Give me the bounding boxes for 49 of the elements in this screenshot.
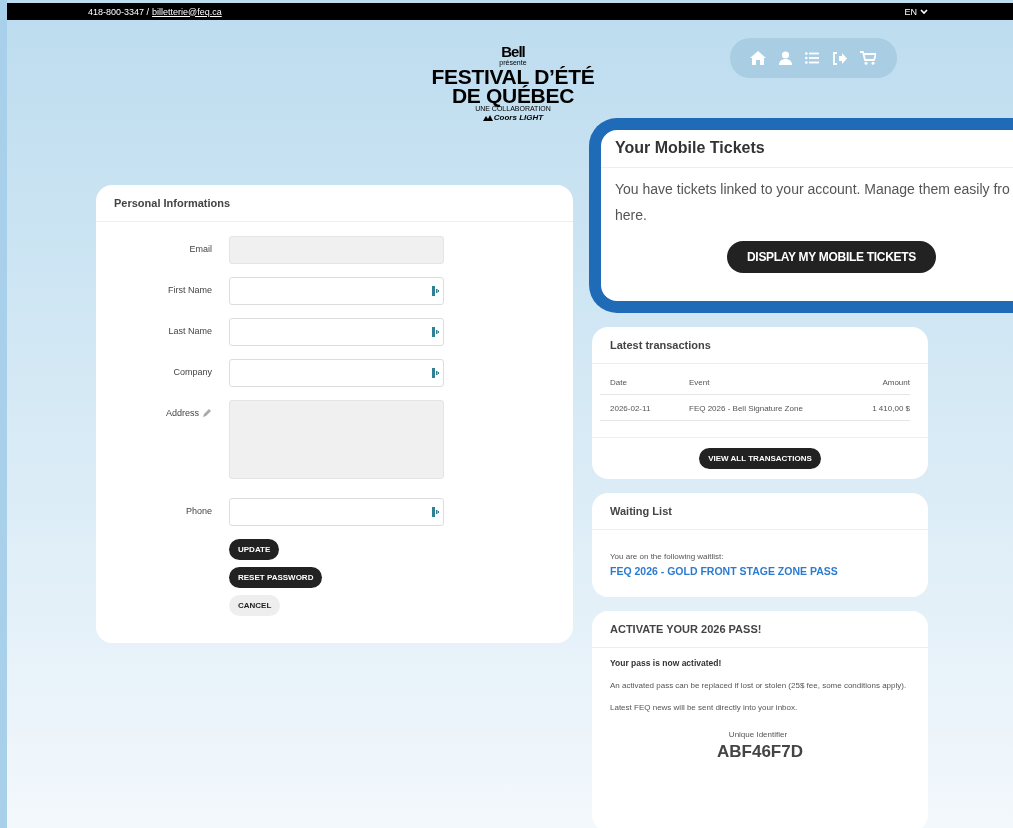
display-tickets-button[interactable]: DISPLAY MY MOBILE TICKETS — [727, 241, 936, 273]
autofill-icon[interactable] — [432, 368, 439, 378]
waitlist-link[interactable]: FEQ 2026 - GOLD FRONT STAGE ZONE PASS — [610, 565, 910, 577]
column-header: Amount — [881, 377, 910, 389]
phone-number: 418-800-3347 / — [88, 6, 150, 17]
chevron-down-icon — [920, 8, 928, 15]
column-header: Date — [610, 377, 628, 389]
card-title: Your Mobile Tickets — [615, 139, 765, 156]
input-field[interactable] — [229, 277, 444, 305]
identifier-label: Unique Identifier — [728, 730, 788, 739]
logout-icon[interactable] — [832, 51, 847, 65]
card-title: Latest transactions — [610, 339, 711, 351]
autofill-icon[interactable] — [432, 286, 439, 296]
card-title: Waiting List — [610, 505, 672, 517]
home-icon[interactable] — [750, 51, 766, 65]
field-label: First Name — [168, 285, 212, 295]
card-title: Personal Informations — [114, 197, 231, 209]
table-cell-text: FEQ 2026 - Bell Signature Zone — [689, 403, 804, 415]
info-text: You are on the following waitlist: — [610, 552, 725, 561]
card-title: ACTIVATE YOUR 2026 PASS! — [610, 623, 762, 635]
list-icon[interactable] — [805, 52, 819, 64]
input-field[interactable] — [229, 498, 444, 526]
user-icon[interactable] — [779, 51, 792, 65]
input-field[interactable] — [229, 359, 444, 387]
input-field[interactable] — [229, 318, 444, 346]
info-text: here. — [615, 206, 648, 225]
cart-icon[interactable] — [860, 51, 876, 65]
language-selector[interactable]: EN — [904, 6, 928, 17]
form-button[interactable]: RESET PASSWORD — [229, 567, 323, 588]
view-transactions-button[interactable]: VIEW ALL TRANSACTIONS — [699, 448, 821, 469]
info-text: An activated pass can be replaced if lost or stolen (25$ fee, some conditions apply). — [610, 680, 908, 692]
table-cell-text: 1 410,00 $ — [871, 403, 910, 415]
field-label: Phone — [185, 506, 212, 516]
form-button[interactable]: UPDATE — [229, 539, 280, 560]
column-header: Event — [689, 377, 711, 389]
cancel-button[interactable]: CANCEL — [229, 595, 281, 616]
info-text: You have tickets linked to your account. Manage them easily fro — [615, 180, 1011, 199]
field-label: Company — [173, 367, 212, 377]
field-label: Address — [165, 408, 199, 418]
email-link[interactable]: billetterie@feq.ca — [152, 6, 222, 17]
field-label: Email — [189, 244, 212, 254]
autofill-icon[interactable] — [432, 507, 439, 517]
status-text: Your pass is now activated! — [610, 658, 723, 668]
table-cell-text: 2026-02-11 — [610, 403, 652, 415]
identifier-code: ABF46F7D — [717, 742, 803, 762]
autofill-icon[interactable] — [432, 327, 439, 337]
field-label: Last Name — [168, 326, 212, 336]
info-text: Latest FEQ news will be sent directly into your inbox. — [610, 702, 799, 714]
pencil-icon[interactable] — [202, 408, 212, 418]
